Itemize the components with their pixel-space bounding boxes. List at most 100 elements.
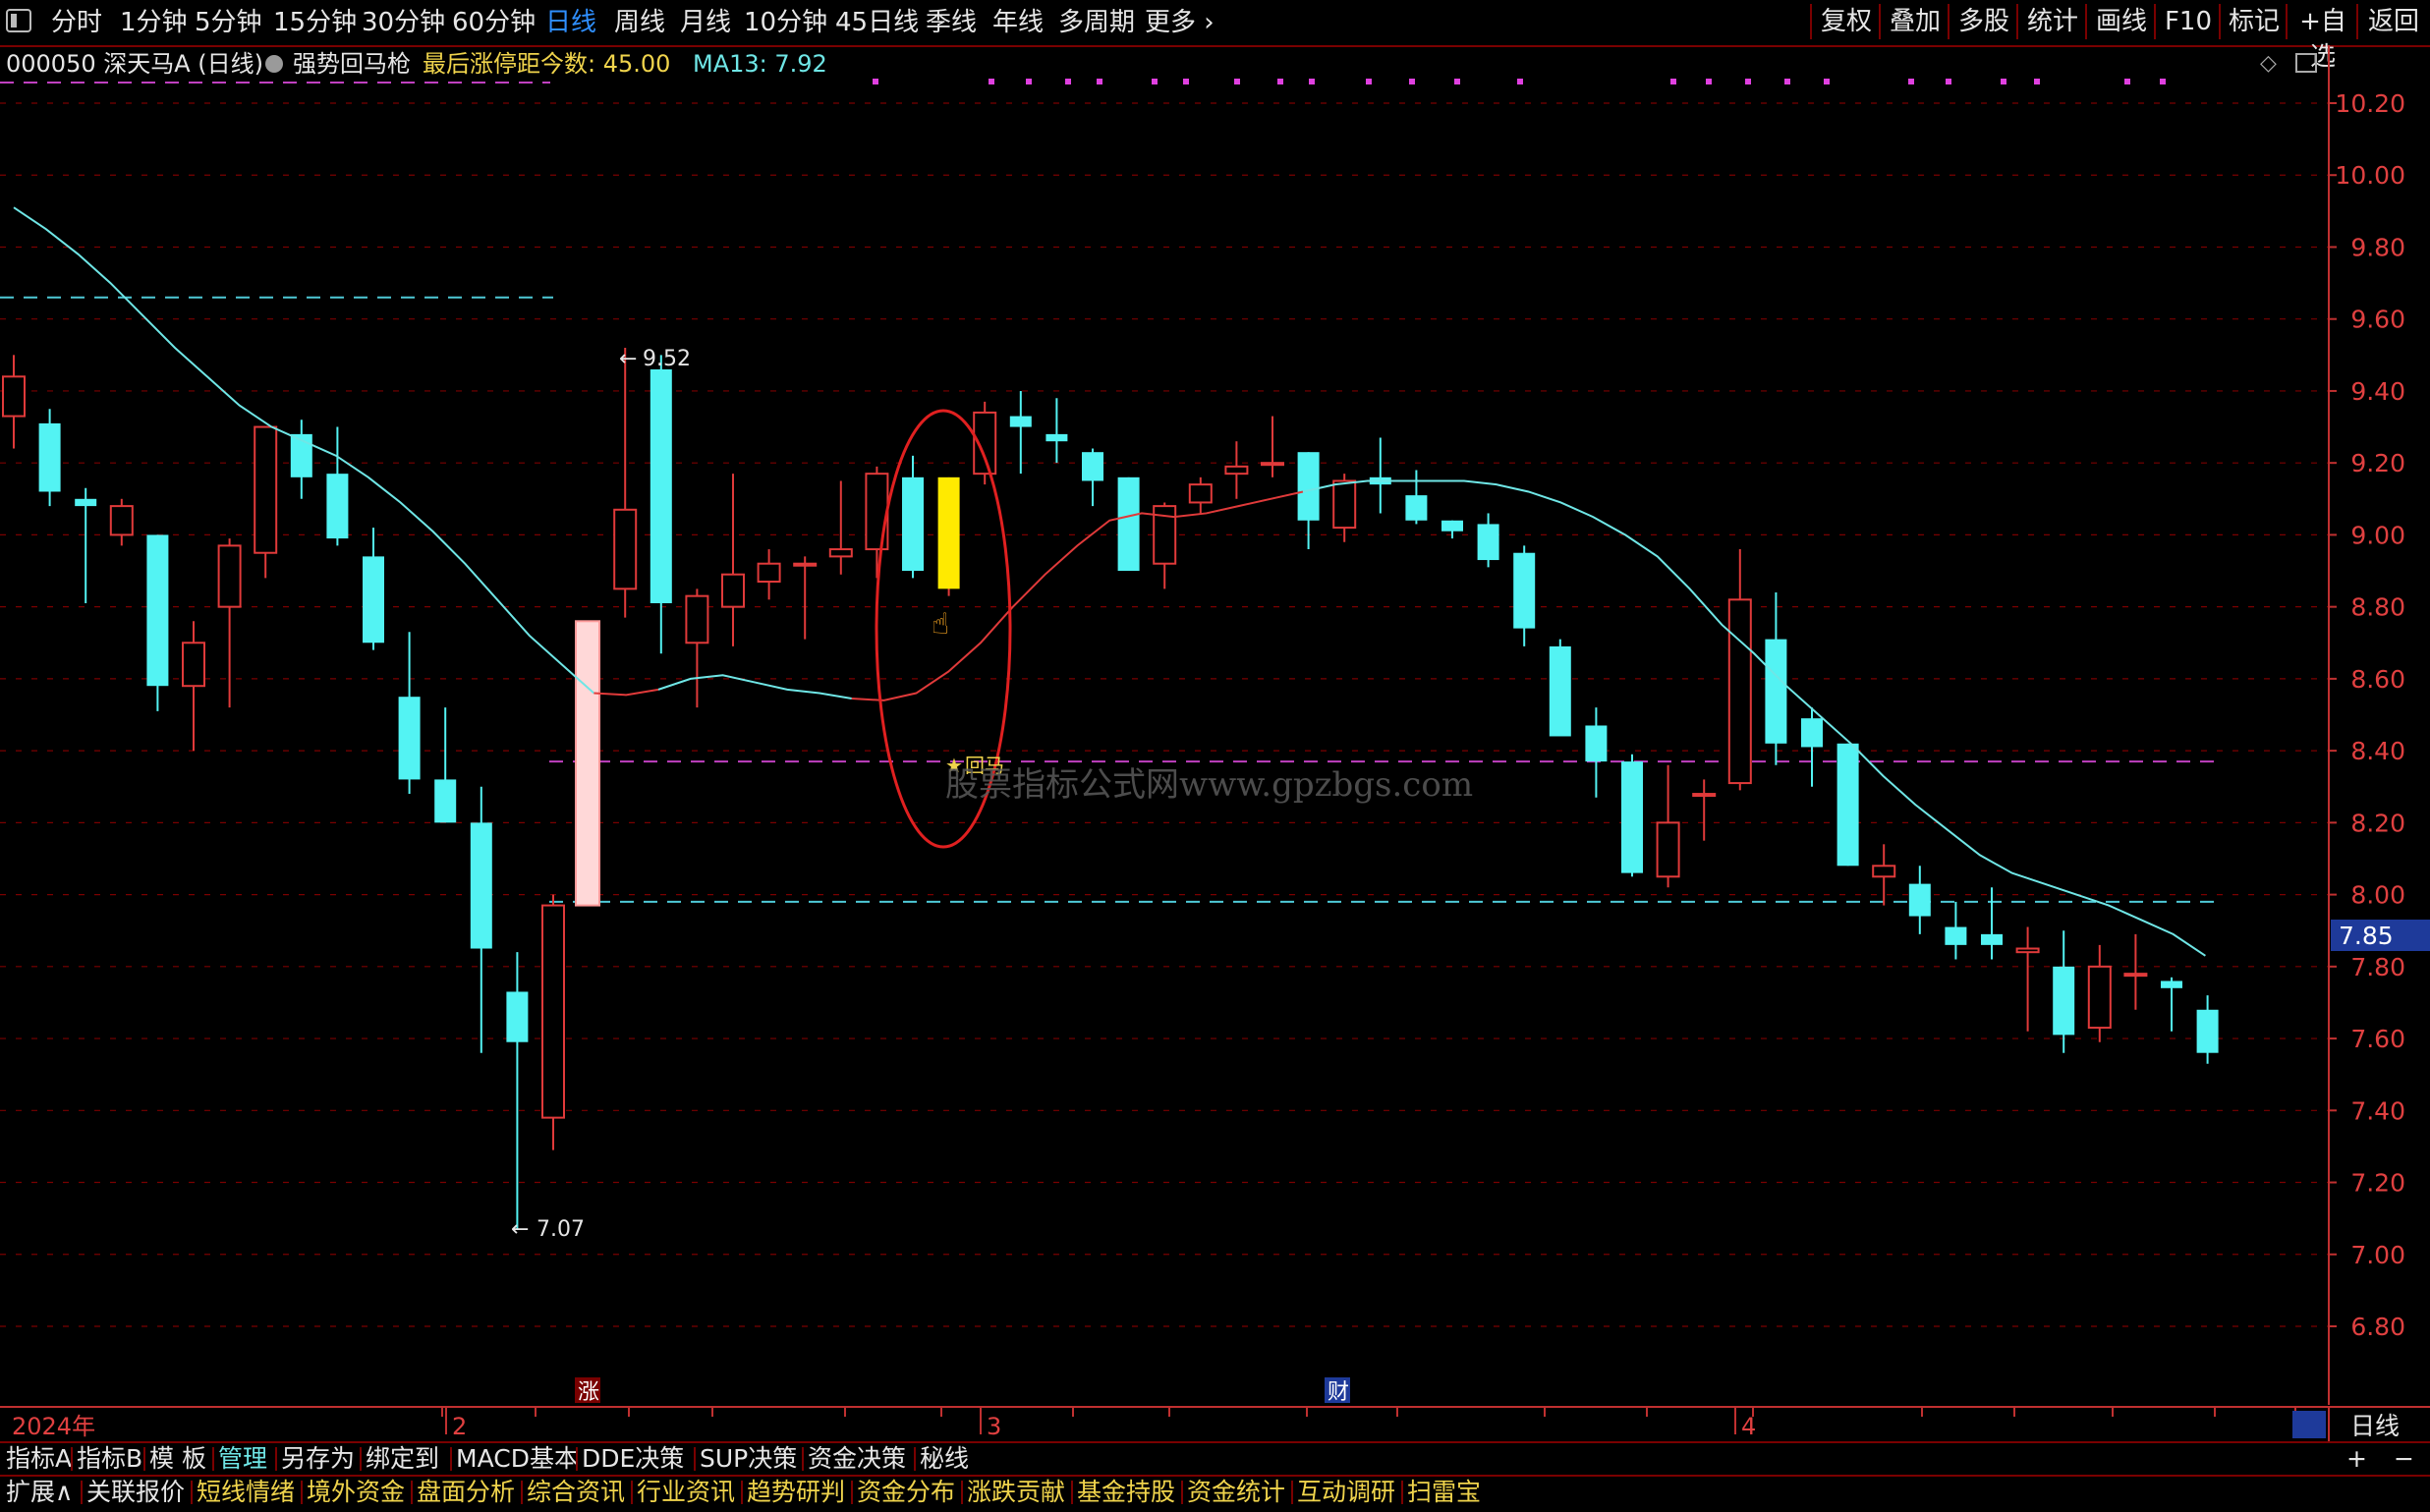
candle-body-down — [1009, 416, 1032, 427]
signal-dot — [1946, 79, 1951, 84]
extension-tab[interactable]: 短线情绪 — [197, 1477, 295, 1508]
extension-tab[interactable]: 行业资讯 — [637, 1477, 735, 1508]
indicator-tab[interactable]: 资金决策 — [808, 1443, 906, 1475]
candle-body-up — [1727, 598, 1752, 785]
signal-dot — [1454, 79, 1460, 84]
indicator-tab[interactable]: 秘线 — [920, 1443, 969, 1475]
extension-tab[interactable]: 境外资金 — [307, 1477, 405, 1508]
high-annotation-value: 9.52 — [643, 347, 691, 371]
signal-dot — [1670, 79, 1676, 84]
candle-body-down — [1477, 524, 1499, 561]
candle-body-up — [1261, 462, 1284, 467]
tab-separator — [802, 1447, 804, 1471]
candle-body-down — [1765, 639, 1787, 744]
candle-body-up — [2015, 947, 2040, 954]
candle-body-down — [2053, 966, 2075, 1036]
candle-body-down — [146, 534, 169, 687]
extension-tab[interactable]: 盘面分析 — [417, 1477, 515, 1508]
signal-dot — [1234, 79, 1240, 84]
extension-tab[interactable]: 涨跌贡献 — [967, 1477, 1065, 1508]
candle-body-up — [685, 594, 709, 644]
indicator-tab-row: 指标A 指标B 模 板管理 另存为 绑定到 MACD基本 DDE决策 SUP决策 资金决策 秘线 +… — [0, 1441, 2430, 1475]
candle-body-down — [1981, 933, 2003, 945]
extension-tab[interactable]: 扩展∧ — [6, 1477, 73, 1508]
candle-body-down — [75, 498, 97, 507]
indicator-tab[interactable]: 指标B — [77, 1443, 142, 1475]
candle-body-down — [1082, 452, 1103, 481]
y-tick-label: 9.60 — [2350, 306, 2405, 334]
y-tick-label: 7.40 — [2350, 1096, 2405, 1125]
indicator-tab[interactable]: SUP决策 — [700, 1443, 797, 1475]
extension-tab[interactable]: 关联报价 — [86, 1477, 185, 1508]
candle-body-down — [506, 991, 529, 1042]
y-tick-label: 6.80 — [2350, 1313, 2405, 1341]
tab-separator — [1071, 1481, 1073, 1504]
y-tick-label: 9.00 — [2350, 521, 2405, 549]
month-label: 2 — [452, 1413, 467, 1440]
signal-dot — [2160, 79, 2166, 84]
tab-separator — [1291, 1481, 1293, 1504]
y-tick-label: 8.40 — [2350, 737, 2405, 765]
tab-separator — [521, 1481, 523, 1504]
candle-body-up — [1656, 821, 1680, 878]
y-tick-label: 8.60 — [2350, 665, 2405, 694]
candle-body-up — [1872, 865, 1896, 878]
y-tick-label: 8.00 — [2350, 881, 2405, 910]
indicator-tab[interactable]: 模 板 — [149, 1443, 206, 1475]
year-label: 2024年 — [12, 1413, 95, 1440]
signal-dot — [1366, 79, 1372, 84]
signal-dot — [1152, 79, 1158, 84]
tab-separator — [275, 1447, 277, 1471]
tab-separator — [143, 1447, 145, 1471]
candle-body-up — [109, 505, 134, 536]
signal-dot — [2034, 79, 2040, 84]
extension-tab[interactable]: 趋势研判 — [747, 1477, 845, 1508]
watermark: 股票指标公式网www.gpzbgs.com — [945, 765, 1473, 805]
extension-tab[interactable]: 互动调研 — [1297, 1477, 1395, 1508]
candle-body-down — [1549, 645, 1571, 737]
indicator-tab[interactable]: 指标A — [6, 1443, 72, 1475]
candle-body-up — [1188, 483, 1213, 504]
extension-tab[interactable]: 资金统计 — [1187, 1477, 1285, 1508]
indicator-tab[interactable]: DDE决策 — [582, 1443, 684, 1475]
tab-separator — [411, 1481, 413, 1504]
zoom-out-button[interactable]: − — [2394, 1443, 2414, 1475]
y-tick-label: 7.80 — [2350, 953, 2405, 981]
candle-body-up — [1224, 465, 1249, 476]
zoom-in-button[interactable]: + — [2346, 1443, 2367, 1475]
current-price-value: 7.85 — [2339, 922, 2394, 950]
high-annotation: ← — [619, 347, 637, 371]
low-annotation: ← — [511, 1217, 529, 1242]
tab-separator — [450, 1447, 452, 1471]
candle-body-down — [38, 422, 61, 492]
tab-separator — [81, 1481, 83, 1504]
candle-body-down — [1045, 433, 1068, 442]
candle-body-up — [2087, 965, 2112, 1030]
extension-tab-row: 扩展∧ 关联报价 短线情绪 境外资金 盘面分析 综合资讯 行业资讯 趋势研判 资金分布 涨跌贡献基… — [0, 1475, 2430, 1508]
extension-tab[interactable]: 基金持股 — [1077, 1477, 1175, 1508]
candle-body-up — [1332, 479, 1357, 530]
tab-separator — [1181, 1481, 1183, 1504]
low-annotation-value: 7.07 — [537, 1217, 585, 1242]
candle-body-up — [721, 573, 745, 608]
extension-tab[interactable]: 资金分布 — [857, 1477, 955, 1508]
indicator-tab[interactable]: 管理 — [218, 1443, 267, 1475]
extension-tab[interactable]: 扫雷宝 — [1407, 1477, 1481, 1508]
kline-chart[interactable]: 10.20 10.00 9.80 9.60 9.40 9.20 9.00 8.80 8.60 8.… — [0, 0, 2430, 1454]
y-tick-label: 9.40 — [2350, 377, 2405, 406]
candle-body-down — [326, 474, 349, 539]
tab-separator — [851, 1481, 853, 1504]
candle-body-up — [541, 904, 565, 1119]
limit-up-marker: 涨 — [578, 1380, 599, 1405]
tab-separator — [576, 1447, 578, 1471]
candle-body-down — [363, 556, 384, 644]
ma13-line — [1302, 479, 2206, 957]
indicator-tab[interactable]: 另存为 — [281, 1443, 355, 1475]
candle-body-up — [757, 562, 781, 584]
indicator-tab[interactable]: MACD基本 — [456, 1443, 579, 1475]
tab-separator — [1401, 1481, 1403, 1504]
indicator-tab[interactable]: 绑定到 — [366, 1443, 439, 1475]
candle-body-down — [1405, 495, 1428, 521]
signal-dot — [2001, 79, 2006, 84]
extension-tab[interactable]: 综合资讯 — [527, 1477, 625, 1508]
